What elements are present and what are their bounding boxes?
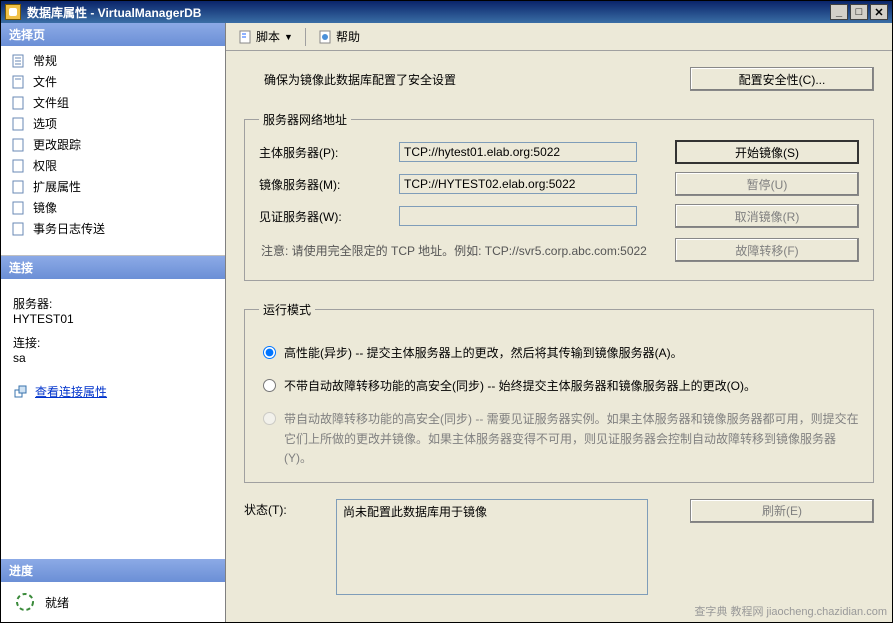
select-page-header: 选择页 [1,23,225,46]
remove-mirroring-button: 取消镜像(R) [675,204,859,228]
view-connection-props-link[interactable]: 查看连接属性 [13,383,213,400]
dialog-window: 数据库属性 - VirtualManagerDB _ □ ✕ 选择页 常规 文件… [0,0,893,623]
address-note: 注意: 请使用完全限定的 TCP 地址。例如: TCP://svr5.corp.… [261,242,647,259]
page-icon [11,200,27,216]
script-icon [238,29,254,45]
radio-sync-failover: 带自动故障转移功能的高安全(同步) -- 需要见证服务器实例。如果主体服务器和镜… [263,410,859,468]
sidebar-item-label: 扩展属性 [33,178,81,195]
radio-sync-no-failover-label: 不带自动故障转移功能的高安全(同步) -- 始终提交主体服务器和镜像服务器上的更… [284,377,756,396]
failover-button: 故障转移(F) [675,238,859,262]
help-label: 帮助 [336,28,360,45]
witness-label: 见证服务器(W): [259,208,399,225]
help-button[interactable]: 帮助 [314,26,364,47]
radio-async[interactable]: 高性能(异步) -- 提交主体服务器上的更改，然后将其传输到镜像服务器(A)。 [263,344,859,363]
page-icon [11,221,27,237]
main-content: 确保为镜像此数据库配置了安全设置 配置安全性(C)... 服务器网络地址 主体服… [226,51,892,622]
view-connection-props-label: 查看连接属性 [35,383,107,400]
sidebar-item-changetracking[interactable]: 更改跟踪 [1,134,225,155]
radio-sync-failover-input [263,412,276,425]
page-icon [11,53,27,69]
principal-input[interactable] [399,142,637,162]
page-icon [11,74,27,90]
page-icon [11,179,27,195]
page-icon [11,116,27,132]
sidebar: 选择页 常规 文件 文件组 选项 更改跟踪 权限 扩展属性 镜像 事务日志传送 … [1,23,226,622]
radio-sync-no-failover-input[interactable] [263,379,276,392]
toolbar: 脚本 ▼ 帮助 [226,23,892,51]
radio-sync-no-failover[interactable]: 不带自动故障转移功能的高安全(同步) -- 始终提交主体服务器和镜像服务器上的更… [263,377,859,396]
page-icon [11,95,27,111]
pause-button: 暂停(U) [675,172,859,196]
sidebar-item-label: 选项 [33,115,57,132]
connection-value: sa [13,351,26,365]
chevron-down-icon: ▼ [284,32,293,42]
sidebar-item-label: 文件组 [33,94,69,111]
sidebar-item-logshipping[interactable]: 事务日志传送 [1,218,225,239]
radio-sync-failover-label: 带自动故障转移功能的高安全(同步) -- 需要见证服务器实例。如果主体服务器和镜… [284,410,859,468]
page-list: 常规 文件 文件组 选项 更改跟踪 权限 扩展属性 镜像 事务日志传送 [1,46,225,256]
progress-status: 就绪 [45,594,69,611]
sidebar-item-label: 更改跟踪 [33,136,81,153]
sidebar-item-permissions[interactable]: 权限 [1,155,225,176]
radio-async-label: 高性能(异步) -- 提交主体服务器上的更改，然后将其传输到镜像服务器(A)。 [284,344,683,363]
sidebar-item-label: 常规 [33,52,57,69]
server-value: HYTEST01 [13,312,74,326]
script-dropdown[interactable]: 脚本 ▼ [234,26,297,47]
sidebar-item-label: 镜像 [33,199,57,216]
operating-mode-legend: 运行模式 [259,301,315,318]
progress-panel: 就绪 [1,582,225,622]
page-icon [11,158,27,174]
operating-mode-group: 运行模式 高性能(异步) -- 提交主体服务器上的更改，然后将其传输到镜像服务器… [244,301,874,483]
connection-panel: 服务器: HYTEST01 连接: sa 查看连接属性 [1,279,225,559]
sidebar-item-mirroring[interactable]: 镜像 [1,197,225,218]
server-address-group: 服务器网络地址 主体服务器(P): 开始镜像(S) 镜像服务器(M): 暂停(U… [244,111,874,281]
radio-async-input[interactable] [263,346,276,359]
toolbar-separator [305,28,306,46]
sidebar-item-label: 事务日志传送 [33,220,105,237]
connection-header: 连接 [1,256,225,279]
window-icon [5,4,21,20]
mirror-label: 镜像服务器(M): [259,176,399,193]
progress-ready-icon [15,592,35,612]
intro-text: 确保为镜像此数据库配置了安全设置 [244,71,644,88]
mirror-input[interactable] [399,174,637,194]
start-mirroring-button[interactable]: 开始镜像(S) [675,140,859,164]
server-label: 服务器: [13,295,213,312]
help-icon [318,29,334,45]
maximize-button[interactable]: □ [850,4,868,20]
titlebar[interactable]: 数据库属性 - VirtualManagerDB _ □ ✕ [1,1,892,23]
principal-label: 主体服务器(P): [259,144,399,161]
sidebar-item-label: 文件 [33,73,57,90]
progress-header: 进度 [1,559,225,582]
minimize-button[interactable]: _ [830,4,848,20]
connection-label: 连接: [13,334,213,351]
window-title: 数据库属性 - VirtualManagerDB [27,4,201,21]
sidebar-item-label: 权限 [33,157,57,174]
refresh-button: 刷新(E) [690,499,874,523]
sidebar-item-extended[interactable]: 扩展属性 [1,176,225,197]
status-label: 状态(T): [244,499,336,518]
script-label: 脚本 [256,28,280,45]
status-textarea [336,499,648,595]
sidebar-item-files[interactable]: 文件 [1,71,225,92]
server-address-legend: 服务器网络地址 [259,111,351,128]
sidebar-item-options[interactable]: 选项 [1,113,225,134]
close-button[interactable]: ✕ [870,4,888,20]
page-icon [11,137,27,153]
configure-security-button[interactable]: 配置安全性(C)... [690,67,874,91]
sidebar-item-general[interactable]: 常规 [1,50,225,71]
connection-icon [13,384,29,400]
witness-input[interactable] [399,206,637,226]
sidebar-item-filegroups[interactable]: 文件组 [1,92,225,113]
